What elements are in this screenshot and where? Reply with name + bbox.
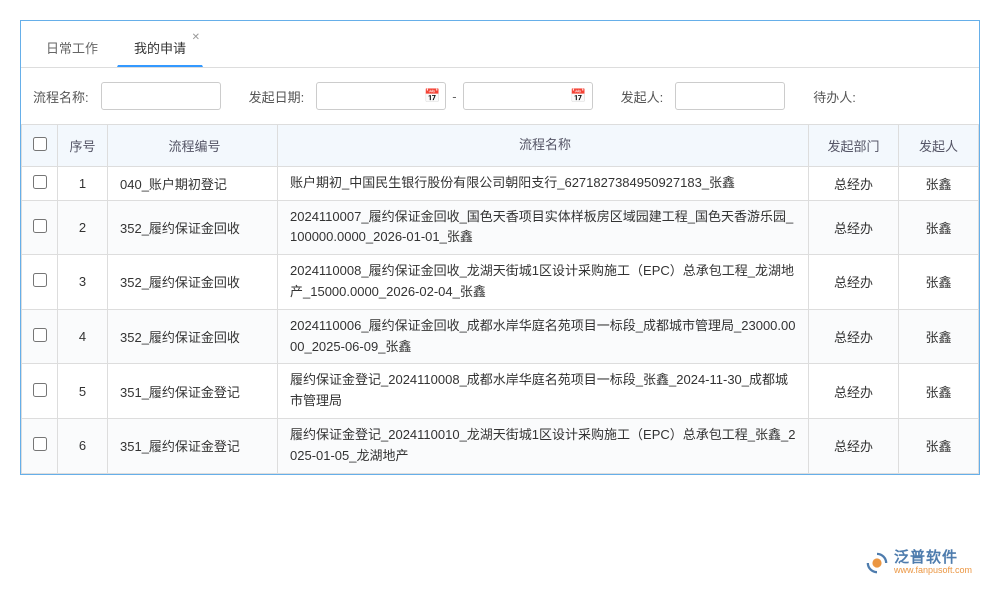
date-separator: - — [452, 89, 456, 104]
date-from-input[interactable] — [316, 82, 446, 110]
tab-label: 日常工作 — [46, 41, 98, 56]
row-checkbox[interactable] — [33, 175, 47, 189]
cell-seq: 5 — [58, 364, 108, 419]
cell-dept: 总经办 — [809, 200, 899, 255]
tab-daily-work[interactable]: 日常工作 — [29, 29, 115, 67]
cell-seq: 6 — [58, 418, 108, 473]
cell-code: 352_履约保证金回收 — [108, 309, 278, 364]
table-row[interactable]: 2352_履约保证金回收2024110007_履约保证金回收_国色天香项目实体样… — [22, 200, 979, 255]
process-name-label: 流程名称: — [33, 87, 89, 106]
row-checkbox[interactable] — [33, 437, 47, 451]
cell-init: 张鑫 — [899, 309, 979, 364]
cell-seq: 3 — [58, 255, 108, 310]
cell-dept: 总经办 — [809, 166, 899, 200]
cell-code: 352_履约保证金回收 — [108, 255, 278, 310]
watermark-en: www.fanpusoft.com — [894, 566, 972, 576]
cell-name: 履约保证金登记_2024110010_龙湖天街城1区设计采购施工（EPC）总承包… — [278, 418, 809, 473]
table-row[interactable]: 6351_履约保证金登记履约保证金登记_2024110010_龙湖天街城1区设计… — [22, 418, 979, 473]
cell-init: 张鑫 — [899, 166, 979, 200]
filter-bar: 流程名称: 发起日期: 📅 - 📅 发起人: 待办人: — [21, 68, 979, 124]
cell-code: 352_履约保证金回收 — [108, 200, 278, 255]
cell-name: 2024110006_履约保证金回收_成都水岸华庭名苑项目一标段_成都城市管理局… — [278, 309, 809, 364]
watermark-cn: 泛普软件 — [894, 550, 972, 567]
cell-dept: 总经办 — [809, 255, 899, 310]
col-name-header: 流程名称 — [278, 125, 809, 167]
cell-init: 张鑫 — [899, 200, 979, 255]
col-init-header: 发起人 — [899, 125, 979, 167]
tab-bar: 日常工作 我的申请 ✕ — [21, 21, 979, 68]
tab-label: 我的申请 — [134, 41, 186, 56]
date-to-input[interactable] — [463, 82, 593, 110]
cell-seq: 4 — [58, 309, 108, 364]
col-dept-header: 发起部门 — [809, 125, 899, 167]
table-row[interactable]: 5351_履约保证金登记履约保证金登记_2024110008_成都水岸华庭名苑项… — [22, 364, 979, 419]
cell-dept: 总经办 — [809, 364, 899, 419]
table-row[interactable]: 1040_账户期初登记账户期初_中国民生银行股份有限公司朝阳支行_6271827… — [22, 166, 979, 200]
col-seq-header: 序号 — [58, 125, 108, 167]
cell-code: 351_履约保证金登记 — [108, 364, 278, 419]
process-name-input[interactable] — [101, 82, 221, 110]
cell-code: 351_履约保证金登记 — [108, 418, 278, 473]
watermark: 泛普软件 www.fanpusoft.com — [866, 550, 972, 576]
assignee-label: 待办人: — [813, 87, 856, 106]
select-all-checkbox[interactable] — [33, 137, 47, 151]
cell-init: 张鑫 — [899, 364, 979, 419]
tab-my-applications[interactable]: 我的申请 ✕ — [117, 29, 203, 67]
row-checkbox[interactable] — [33, 273, 47, 287]
row-checkbox[interactable] — [33, 328, 47, 342]
table-header-row: 序号 流程编号 流程名称 发起部门 发起人 — [22, 125, 979, 167]
table-row[interactable]: 4352_履约保证金回收2024110006_履约保证金回收_成都水岸华庭名苑项… — [22, 309, 979, 364]
initiator-input[interactable] — [675, 82, 785, 110]
cell-name: 2024110007_履约保证金回收_国色天香项目实体样板房区域园建工程_国色天… — [278, 200, 809, 255]
col-code-header: 流程编号 — [108, 125, 278, 167]
cell-init: 张鑫 — [899, 418, 979, 473]
cell-code: 040_账户期初登记 — [108, 166, 278, 200]
cell-seq: 2 — [58, 200, 108, 255]
start-date-label: 发起日期: — [249, 87, 305, 106]
cell-seq: 1 — [58, 166, 108, 200]
cell-init: 张鑫 — [899, 255, 979, 310]
row-checkbox[interactable] — [33, 219, 47, 233]
main-panel: 日常工作 我的申请 ✕ 流程名称: 发起日期: 📅 - 📅 发起人: 待办人: — [20, 20, 980, 475]
date-range: 📅 - 📅 — [316, 82, 592, 110]
table-row[interactable]: 3352_履约保证金回收2024110008_履约保证金回收_龙湖天街城1区设计… — [22, 255, 979, 310]
row-checkbox[interactable] — [33, 383, 47, 397]
initiator-label: 发起人: — [621, 87, 664, 106]
applications-table: 序号 流程编号 流程名称 发起部门 发起人 1040_账户期初登记账户期初_中国… — [21, 124, 979, 474]
cell-name: 2024110008_履约保证金回收_龙湖天街城1区设计采购施工（EPC）总承包… — [278, 255, 809, 310]
cell-dept: 总经办 — [809, 418, 899, 473]
logo-icon — [866, 552, 888, 574]
cell-name: 账户期初_中国民生银行股份有限公司朝阳支行_627182738495092718… — [278, 166, 809, 200]
cell-dept: 总经办 — [809, 309, 899, 364]
table-container: 序号 流程编号 流程名称 发起部门 发起人 1040_账户期初登记账户期初_中国… — [21, 124, 979, 474]
close-icon[interactable]: ✕ — [192, 32, 200, 43]
cell-name: 履约保证金登记_2024110008_成都水岸华庭名苑项目一标段_张鑫_2024… — [278, 364, 809, 419]
